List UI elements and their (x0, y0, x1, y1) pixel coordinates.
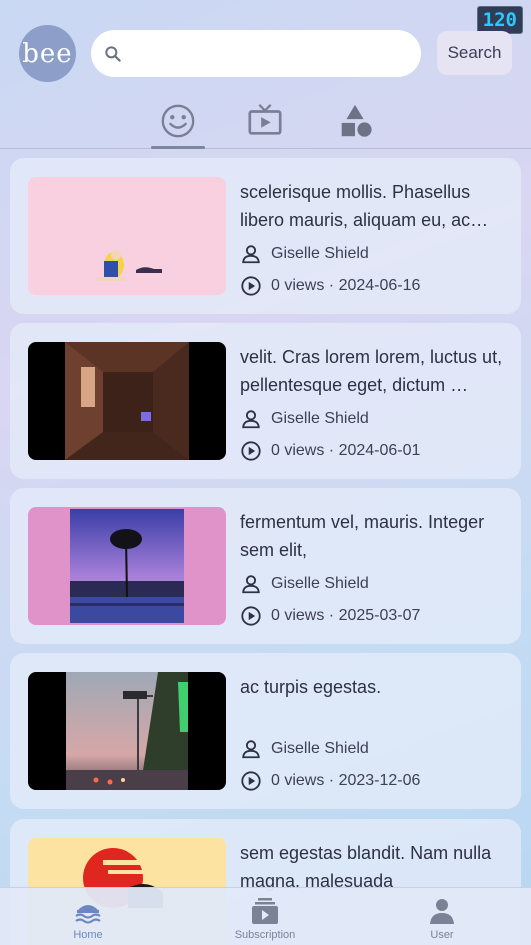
user-icon (242, 575, 260, 594)
video-title[interactable]: ac turpis egestas. (240, 673, 511, 729)
video-stats: 0 views · 2023-12-06 (271, 772, 421, 789)
video-card[interactable]: scelerisque mollis. Phasellus libero mau… (10, 158, 521, 314)
video-author[interactable]: Giselle Shield (271, 245, 369, 263)
search-input[interactable] (131, 44, 421, 63)
video-author[interactable]: Giselle Shield (271, 575, 369, 593)
video-title[interactable]: scelerisque mollis. Phasellus libero mau… (240, 178, 511, 234)
video-thumbnail[interactable] (28, 342, 226, 460)
video-thumbnail[interactable] (28, 672, 226, 790)
play-circle-icon (241, 276, 261, 296)
tab-shapes[interactable] (328, 102, 382, 146)
search-button[interactable]: Search (437, 31, 512, 75)
video-author[interactable]: Giselle Shield (271, 740, 369, 758)
video-author[interactable]: Giselle Shield (271, 410, 369, 428)
thumbnail-image (28, 507, 226, 625)
thumbnail-image (28, 177, 226, 295)
subscription-icon (252, 898, 278, 924)
play-circle-icon (241, 441, 261, 461)
header: bee Search (19, 25, 512, 82)
play-circle-icon (241, 771, 261, 791)
video-card[interactable]: ac turpis egestas. Giselle Shield 0 view… (10, 653, 521, 809)
user-icon (242, 740, 260, 759)
video-card[interactable]: velit. Cras lorem lorem, luctus ut, pell… (10, 323, 521, 479)
nav-user-label: User (430, 929, 454, 941)
video-thumbnail[interactable] (28, 177, 226, 295)
video-stats: 0 views · 2024-06-01 (271, 442, 421, 459)
video-title[interactable]: velit. Cras lorem lorem, luctus ut, pell… (240, 343, 511, 399)
smiley-icon (161, 104, 195, 138)
search-icon (105, 45, 121, 62)
nav-subscription-label: Subscription (234, 929, 296, 941)
video-card[interactable]: fermentum vel, mauris. Integer sem elit,… (10, 488, 521, 644)
shapes-icon (341, 104, 372, 137)
bottom-nav: Home Subscription User (0, 887, 531, 945)
search-box[interactable] (91, 30, 421, 77)
nav-home-label: Home (73, 929, 103, 941)
logo-avatar[interactable]: bee (19, 25, 76, 82)
nav-user[interactable]: User (397, 896, 487, 941)
play-circle-icon (241, 606, 261, 626)
user-icon (242, 410, 260, 429)
tv-icon (248, 104, 282, 135)
tab-smiley[interactable] (151, 102, 205, 149)
thumbnail-image (28, 672, 226, 790)
user-icon (242, 245, 260, 264)
video-stats: 0 views · 2025-03-07 (271, 607, 421, 624)
video-stats: 0 views · 2024-06-16 (271, 277, 421, 294)
video-thumbnail[interactable] (28, 507, 226, 625)
nav-subscription[interactable]: Subscription (220, 896, 310, 941)
home-icon (75, 905, 101, 924)
video-title[interactable]: fermentum vel, mauris. Integer sem elit, (240, 508, 511, 564)
nav-home[interactable]: Home (43, 896, 133, 941)
tab-tv[interactable] (238, 102, 292, 146)
thumbnail-image (28, 342, 226, 460)
category-tabs (0, 100, 531, 149)
user-profile-icon (430, 899, 454, 924)
